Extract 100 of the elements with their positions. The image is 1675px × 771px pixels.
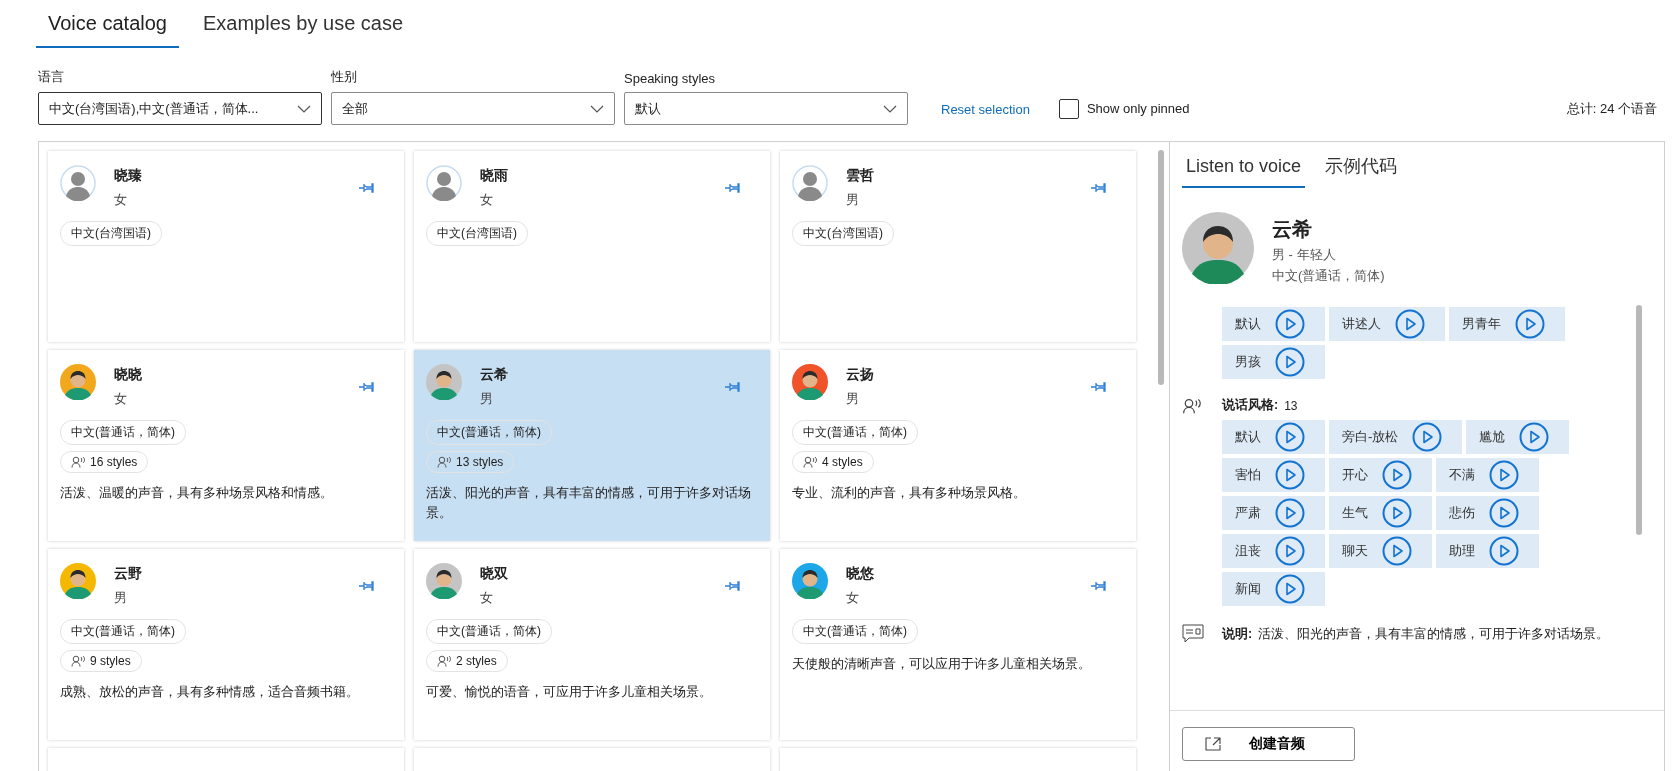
play-icon <box>1489 498 1519 528</box>
style-play-button[interactable]: 默认 <box>1222 420 1325 454</box>
play-icon <box>1489 460 1519 490</box>
style-play-button[interactable]: 新闻 <box>1222 572 1325 606</box>
play-icon <box>1395 309 1425 339</box>
styles-count: 9 styles <box>90 654 131 668</box>
play-icon <box>1515 309 1545 339</box>
filter-label: Speaking styles <box>624 71 717 86</box>
style-play-button[interactable]: 旁白-放松 <box>1329 420 1463 454</box>
voice-description: 可爱、愉悦的语音，可应用于许多儿童相关场景。 <box>426 684 712 701</box>
style-play-button[interactable]: 严肃 <box>1222 496 1325 530</box>
create-audio-button[interactable]: 创建音频 <box>1182 727 1355 761</box>
total-count: 总计: 24 个语音 <box>1566 99 1657 118</box>
scrollbar[interactable] <box>1636 305 1642 535</box>
pin-icon[interactable] <box>724 183 740 193</box>
role-play-button[interactable]: 讲述人 <box>1329 307 1445 341</box>
style-play-button[interactable]: 助理 <box>1436 534 1539 568</box>
tab[interactable]: Voice catalog <box>36 8 179 48</box>
role-play-button[interactable]: 男青年 <box>1449 307 1565 341</box>
play-icon <box>1275 309 1305 339</box>
voice-gender: 女 <box>480 589 494 607</box>
play-icon <box>1489 536 1519 566</box>
play-icon <box>1275 460 1305 490</box>
voice-name: 晓晓 <box>114 366 143 384</box>
play-icon <box>1275 422 1305 452</box>
pin-icon[interactable] <box>724 581 740 591</box>
tab[interactable]: Examples by use case <box>191 8 416 48</box>
tab[interactable]: Listen to voice <box>1182 154 1306 188</box>
voice-name: 云扬 <box>846 366 875 384</box>
play-icon <box>1382 536 1412 566</box>
speaker-icon <box>437 655 453 667</box>
voice-description: 天使般的清晰声音，可以应用于许多儿童相关场景。 <box>792 656 1091 673</box>
filter-label: 语言 <box>38 68 65 86</box>
pin-icon[interactable] <box>358 581 374 591</box>
speaker-icon <box>71 456 87 468</box>
voice-name: 晓双 <box>480 565 509 583</box>
tab[interactable]: 示例代码 <box>1321 154 1402 188</box>
pin-icon[interactable] <box>1090 581 1106 591</box>
style-play-button[interactable]: 聊天 <box>1329 534 1432 568</box>
chevron-down-icon <box>590 104 604 113</box>
voice-name: 晓雨 <box>480 167 509 185</box>
voice-gender: 女 <box>480 191 494 209</box>
style-play-button[interactable]: 悲伤 <box>1436 496 1539 530</box>
voice-card[interactable]: 云希 男 中文(普通话，简体) 13 styles 活泼、阳光的声音，具有丰富的情感，可用于许多对话场景。 <box>414 350 770 541</box>
role-play-button[interactable]: 男孩 <box>1222 345 1325 379</box>
style-play-button[interactable]: 开心 <box>1329 458 1432 492</box>
pin-icon[interactable] <box>724 382 740 392</box>
open-external-icon <box>1205 737 1221 751</box>
locale-tag: 中文(台湾国语) <box>60 221 162 246</box>
play-icon <box>1275 347 1305 377</box>
locale-tag: 中文(普通话，简体) <box>60 619 186 644</box>
styles-count: 2 styles <box>456 654 497 668</box>
filter-label: 性别 <box>331 68 358 86</box>
pin-icon[interactable] <box>1090 183 1106 193</box>
voice-gender: 女 <box>846 589 860 607</box>
locale-tag: 中文(台湾国语) <box>426 221 528 246</box>
voice-card[interactable]: 晓臻 女 中文(台湾国语) <box>48 151 404 342</box>
dropdown[interactable]: 全部 <box>331 92 615 125</box>
style-play-button[interactable]: 沮丧 <box>1222 534 1325 568</box>
avatar-icon <box>1182 212 1254 284</box>
voice-card[interactable]: 晓悠 女 中文(普通话，简体) 天使般的清晰声音，可以应用于许多儿童相关场景。 <box>780 549 1136 740</box>
play-icon <box>1382 460 1412 490</box>
speaker-icon <box>803 456 819 468</box>
voice-gender: 男 <box>480 390 494 408</box>
pin-icon[interactable] <box>1090 382 1106 392</box>
play-icon <box>1275 536 1305 566</box>
voice-description: 活泼、阳光的声音，具有丰富的情感，可用于许多对话场景。 <box>1258 625 1610 643</box>
dropdown[interactable]: 中文(台湾国语),中文(普通话，简体... <box>38 92 322 125</box>
role-play-button[interactable]: 默认 <box>1222 307 1325 341</box>
voice-gender: 男 <box>846 390 860 408</box>
style-play-button[interactable]: 不满 <box>1436 458 1539 492</box>
dropdown[interactable]: 默认 <box>624 92 908 125</box>
checkbox[interactable] <box>1058 98 1079 119</box>
reset-link[interactable]: Reset selection <box>941 76 1030 117</box>
avatar-icon <box>792 165 828 201</box>
pin-icon[interactable] <box>358 382 374 392</box>
pin-icon[interactable] <box>358 183 374 193</box>
voice-card[interactable]: 晓雨 女 中文(台湾国语) <box>414 151 770 342</box>
voice-card[interactable]: 晓晓 女 中文(普通话，简体) 16 styles 活泼、温暖的声音，具有多种场景风格和情感。 <box>48 350 404 541</box>
speaker-icon <box>71 655 87 667</box>
style-play-button[interactable]: 害怕 <box>1222 458 1325 492</box>
style-play-button[interactable]: 生气 <box>1329 496 1432 530</box>
voice-description: 活泼、阳光的声音，具有丰富的情感，可用于许多对话场景。 <box>426 485 752 522</box>
avatar-icon <box>60 165 96 201</box>
style-play-button[interactable]: 尴尬 <box>1466 420 1570 454</box>
voice-description: 活泼、温暖的声音，具有多种场景风格和情感。 <box>60 485 333 502</box>
play-icon <box>1382 498 1412 528</box>
voice-card[interactable]: 晓双 女 中文(普通话，简体) 2 styles 可爱、愉悦的语音，可应用于许多儿童相关场景。 <box>414 549 770 740</box>
styles-count: 4 styles <box>822 455 863 469</box>
scrollbar[interactable] <box>1158 150 1164 385</box>
voice-card[interactable]: 云扬 男 中文(普通话，简体) 4 styles 专业、流利的声音，具有多种场景风格。 <box>780 350 1136 541</box>
voice-locale: 中文(普通话，简体) <box>1272 267 1385 285</box>
voice-name: 晓悠 <box>846 565 875 583</box>
voice-card[interactable]: 云野 男 中文(普通话，简体) 9 styles 成熟、放松的声音，具有多种情感，适合音频书籍。 <box>48 549 404 740</box>
voice-name: 雲哲 <box>846 167 875 185</box>
styles-count: 13 <box>1284 398 1298 413</box>
voice-info: 男 - 年轻人 <box>1272 246 1337 264</box>
voice-name: 晓臻 <box>114 167 143 185</box>
locale-tag: 中文(普通话，简体) <box>426 420 552 445</box>
voice-card[interactable]: 雲哲 男 中文(台湾国语) <box>780 151 1136 342</box>
